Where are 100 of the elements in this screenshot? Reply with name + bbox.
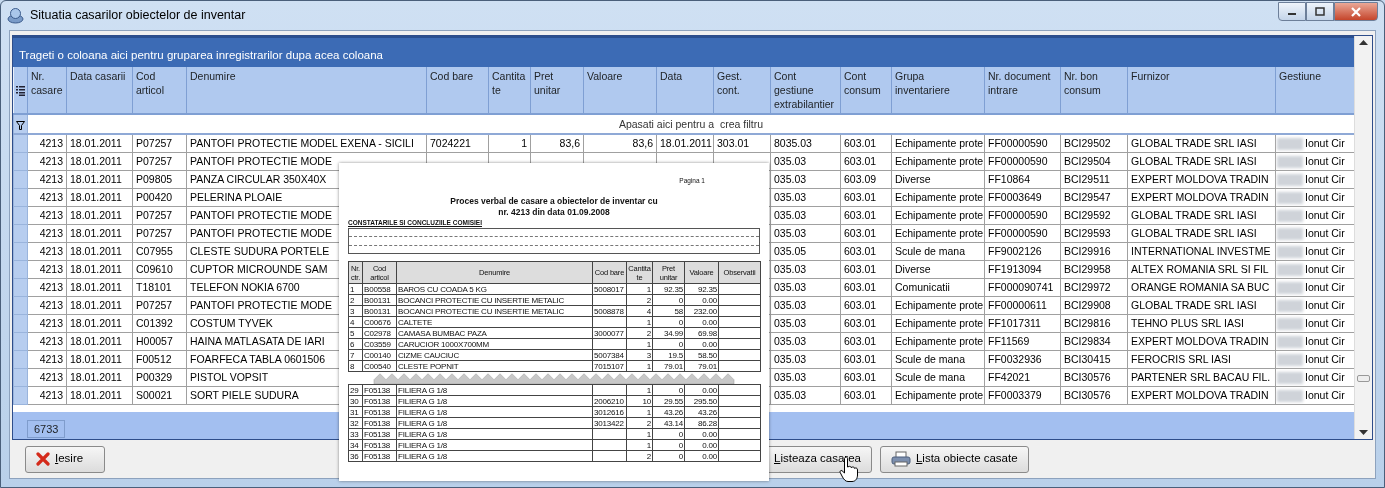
blurred-block <box>1277 336 1303 349</box>
vertical-scrollbar[interactable] <box>1354 36 1372 439</box>
column-header[interactable]: Gestiune <box>1275 67 1354 114</box>
scroll-up-icon[interactable] <box>1359 40 1368 45</box>
report-cell: 1 <box>626 406 653 418</box>
table-cell: 4213 <box>27 278 67 296</box>
table-cell: 18.01.2011 <box>66 170 133 188</box>
close-button[interactable] <box>1334 2 1378 21</box>
column-header[interactable]: Valoare <box>583 67 657 114</box>
maximize-button[interactable] <box>1306 2 1334 21</box>
report-cell: 34.99 <box>652 327 685 339</box>
table-cell: BCI29958 <box>1060 260 1128 278</box>
column-header[interactable]: Nr. bon consum <box>1060 67 1128 114</box>
report-cell: 0.00 <box>684 316 719 328</box>
exit-button[interactable]: Iesire <box>25 445 105 473</box>
report-cell: 2 <box>626 417 653 429</box>
toolbar-button[interactable]: Lista obiecte casate <box>879 445 1029 473</box>
app-icon <box>7 7 24 24</box>
scroll-thumb[interactable] <box>1357 374 1370 382</box>
column-header[interactable]: Cont gestiune extrabilantier <box>770 67 841 114</box>
table-cell: 603.01 <box>840 152 892 170</box>
table-cell: FF00000590 <box>984 206 1061 224</box>
blurred-block <box>1277 192 1303 205</box>
scroll-down-icon[interactable] <box>1359 430 1368 435</box>
table-cell: Echipamente prote <box>891 152 985 170</box>
table-cell: P09805 <box>132 170 187 188</box>
table-cell: INTERNATIONAL INVESTME <box>1127 242 1276 260</box>
table-cell: Diverse <box>891 170 985 188</box>
column-header[interactable]: Cod articol <box>132 67 187 114</box>
table-cell: Ionut Cir <box>1305 371 1345 383</box>
table-cell: GLOBAL TRADE SRL IASI <box>1127 152 1276 170</box>
table-cell: 603.01 <box>840 368 892 386</box>
column-header[interactable]: Cantitate <box>488 67 531 114</box>
table-cell: FF00000611 <box>984 296 1061 314</box>
report-cell: 7015107 <box>592 360 627 372</box>
column-header[interactable]: Nr. document intrare <box>984 67 1061 114</box>
report-cell: 79.01 <box>684 360 719 372</box>
table-cell: FF00000590 <box>984 134 1061 152</box>
column-header[interactable]: Denumire <box>186 67 427 114</box>
column-header[interactable]: Grupa inventariere <box>891 67 985 114</box>
table-cell: 18.01.2011 <box>66 224 133 242</box>
printer-icon <box>890 451 911 467</box>
table-cell: Scule de mana <box>891 242 985 260</box>
table-cell: 4213 <box>27 170 67 188</box>
table-cell: 603.01 <box>840 278 892 296</box>
report-cell: 34 <box>348 439 363 451</box>
table-cell: 035.03 <box>770 350 841 368</box>
table-cell: P07257 <box>132 224 187 242</box>
column-header[interactable]: Gest. cont. <box>713 67 771 114</box>
report-cell: 1 <box>626 384 653 396</box>
table-cell: 603.01 <box>840 260 892 278</box>
blurred-block <box>1277 318 1303 331</box>
report-cell: FILIERA G 1/8 <box>396 417 593 429</box>
column-chooser-icon[interactable] <box>16 86 25 97</box>
column-header[interactable]: Cont consum <box>840 67 892 114</box>
table-cell: 4213 <box>27 350 67 368</box>
table-cell: 18.01.2011 <box>66 242 133 260</box>
table-cell: BCI29593 <box>1060 224 1128 242</box>
report-cell: 0.00 <box>684 294 719 306</box>
report-cell: 69.98 <box>684 327 719 339</box>
report-title: Proces verbal de casare a obiectelor de inventar cu <box>449 196 659 207</box>
table-cell: ORANGE ROMANIA SA BUC <box>1127 278 1276 296</box>
report-cell: 30 <box>348 395 363 407</box>
report-cell: 3 <box>626 349 653 361</box>
filter-icon <box>16 120 25 130</box>
table-cell: Scule de mana <box>891 368 985 386</box>
table-cell: 035.03 <box>770 314 841 332</box>
table-cell: Ionut Cir <box>1305 245 1345 257</box>
table-cell: 18.01.2011 <box>66 332 133 350</box>
table-cell: 4213 <box>27 224 67 242</box>
report-cell: 5008017 <box>592 283 627 295</box>
table-cell: 4213 <box>27 134 67 152</box>
report-cell: 7 <box>348 349 363 361</box>
table-cell: 035.03 <box>770 152 841 170</box>
column-header[interactable]: Furnizor <box>1127 67 1276 114</box>
report-cell: 0 <box>652 338 685 350</box>
report-cell: 0 <box>652 294 685 306</box>
table-cell: 603.01 <box>840 206 892 224</box>
table-cell: 4213 <box>27 332 67 350</box>
report-cell: 232.00 <box>684 305 719 317</box>
column-header[interactable]: Data casarii <box>66 67 133 114</box>
column-header[interactable]: Pret unitar <box>530 67 584 114</box>
report-cell: F05138 <box>362 406 397 418</box>
table-cell: BCI29834 <box>1060 332 1128 350</box>
column-header[interactable]: Nr. casare <box>27 67 67 114</box>
table-cell: 1 <box>488 134 531 152</box>
table-cell: FEROCRIS SRL IASI <box>1127 350 1276 368</box>
table-cell: 4213 <box>27 296 67 314</box>
table-cell: ALTEX ROMANIA SRL SI FIL <box>1127 260 1276 278</box>
column-header[interactable]: Data <box>656 67 714 114</box>
group-by-panel[interactable]: Trageti o coloana aici pentru gruparea inregistrarilor dupa acea coloana <box>13 36 1354 67</box>
report-cell: CALTETE <box>396 316 593 328</box>
report-cell: C03559 <box>362 338 397 350</box>
close-icon <box>36 452 50 466</box>
blurred-block <box>1277 282 1303 295</box>
table-cell: Ionut Cir <box>1305 137 1345 150</box>
table-cell: Echipamente prote <box>891 386 985 404</box>
minimize-button[interactable] <box>1278 2 1306 21</box>
table-cell: FF11569 <box>984 332 1061 350</box>
column-header[interactable]: Cod bare <box>426 67 489 114</box>
